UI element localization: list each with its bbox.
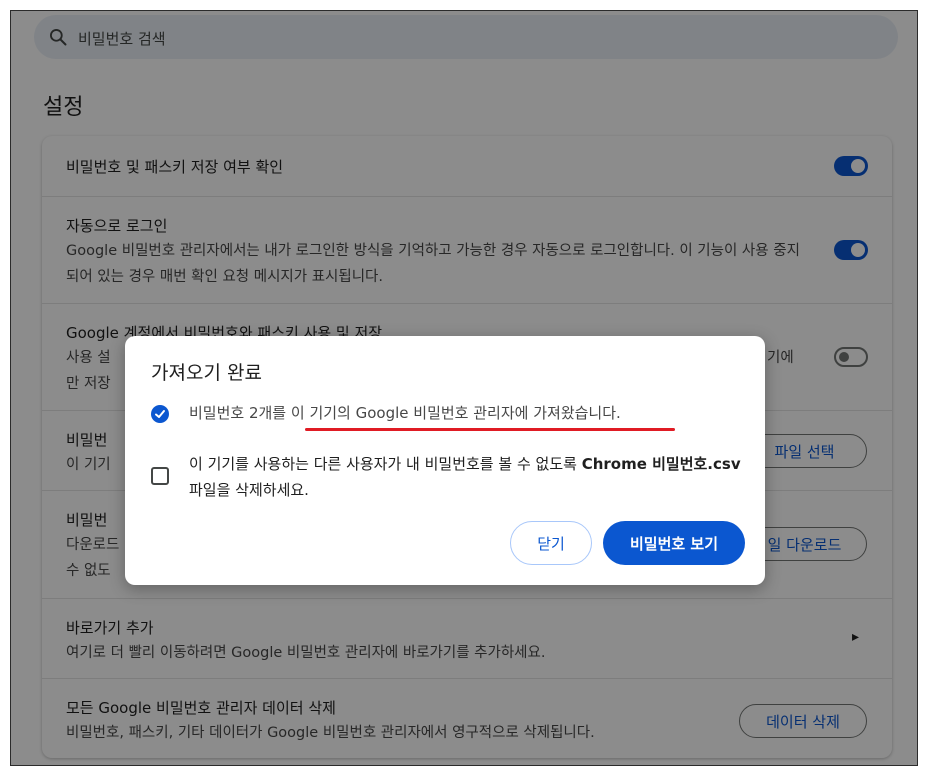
view-passwords-button[interactable]: 비밀번호 보기 — [603, 521, 745, 565]
csv-file-name: Chrome 비밀번호.csv — [581, 455, 741, 473]
import-success-message: 비밀번호 2개를 이 기기의 Google 비밀번호 관리자에 가져왔습니다. — [189, 404, 621, 422]
close-button[interactable]: 닫기 — [510, 521, 592, 565]
delete-file-checkbox[interactable] — [151, 467, 169, 485]
import-complete-dialog: 가져오기 완료 비밀번호 2개를 이 기기의 Google 비밀번호 관리자에 … — [125, 336, 765, 585]
browser-window: 비밀번호 검색 설정 비밀번호 및 패스키 저장 여부 확인 자동으로 로그인 … — [10, 10, 918, 766]
delete-file-message-prefix: 이 기기를 사용하는 다른 사용자가 내 비밀번호를 볼 수 없도록 — [189, 455, 582, 473]
annotation-underline — [305, 428, 675, 431]
dialog-title: 가져오기 완료 — [151, 362, 262, 384]
delete-file-message: 이 기기를 사용하는 다른 사용자가 내 비밀번호를 볼 수 없도록 Chrom… — [189, 451, 749, 503]
check-circle-icon — [151, 405, 169, 423]
delete-file-message-suffix: 파일을 삭제하세요. — [189, 481, 309, 499]
